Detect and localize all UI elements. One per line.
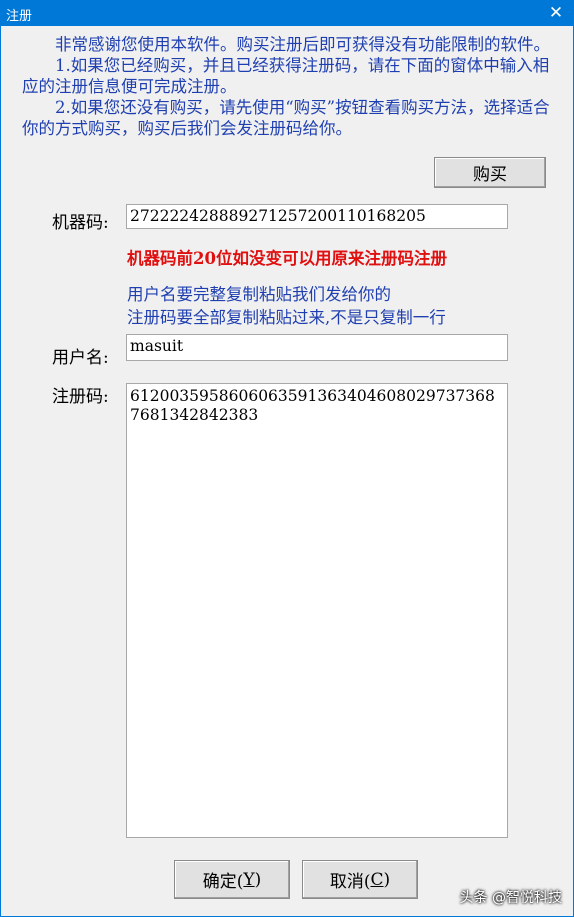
machine-code-warning: 机器码前20位如没变可以用原来注册码注册 xyxy=(127,249,447,268)
reg-code-label: 注册码: xyxy=(52,387,109,407)
window-title: 注册 xyxy=(6,9,33,24)
cancel-button-label-suffix: ) xyxy=(383,869,391,890)
ok-button-label-prefix: 确定( xyxy=(202,872,244,892)
ok-button-label-suffix: ) xyxy=(254,869,262,890)
machine-code-label: 机器码: xyxy=(52,213,109,233)
reg-code-field[interactable]: 6120035958606063591363404608029737368 76… xyxy=(126,383,508,838)
intro-paragraph-2: 1.如果您已经购买，并且已经获得注册码，请在下面的窗体中输入相应的注册信息便可完… xyxy=(22,56,550,96)
cancel-button-label-prefix: 取消( xyxy=(329,872,371,892)
machine-code-field[interactable]: 272222428889271257200110168205 xyxy=(126,204,508,229)
cancel-button-accel: C xyxy=(370,869,384,890)
hint-line-2: 注册码要全部复制粘贴过来,不是只复制一行 xyxy=(127,308,446,327)
ok-button-accel: Y xyxy=(243,869,255,890)
intro-paragraph-3: 2.如果您还没有购买，请先使用“购买”按钮查看购买方法，选择适合你的方式购买，购… xyxy=(22,98,550,138)
intro-text: 非常感谢您使用本软件。购买注册后即可获得没有功能限制的软件。 1.如果您已经购买… xyxy=(22,34,552,139)
username-label: 用户名: xyxy=(52,348,109,368)
buy-button[interactable]: 购买 xyxy=(434,157,546,188)
cancel-button[interactable]: 取消(C) xyxy=(302,860,418,899)
title-bar: 注册 ✕ xyxy=(0,0,574,26)
hint-text: 用户名要完整复制粘贴我们发给你的 注册码要全部复制粘贴过来,不是只复制一行 xyxy=(127,283,547,329)
watermark: 头条 @智悦科技 xyxy=(459,890,562,906)
window-border-left xyxy=(0,26,1,917)
close-icon[interactable]: ✕ xyxy=(538,0,574,26)
username-field[interactable]: masuit xyxy=(126,334,508,361)
intro-paragraph-1: 非常感谢您使用本软件。购买注册后即可获得没有功能限制的软件。 xyxy=(55,35,550,54)
hint-line-1: 用户名要完整复制粘贴我们发给你的 xyxy=(127,285,391,304)
ok-button[interactable]: 确定(Y) xyxy=(174,860,290,899)
